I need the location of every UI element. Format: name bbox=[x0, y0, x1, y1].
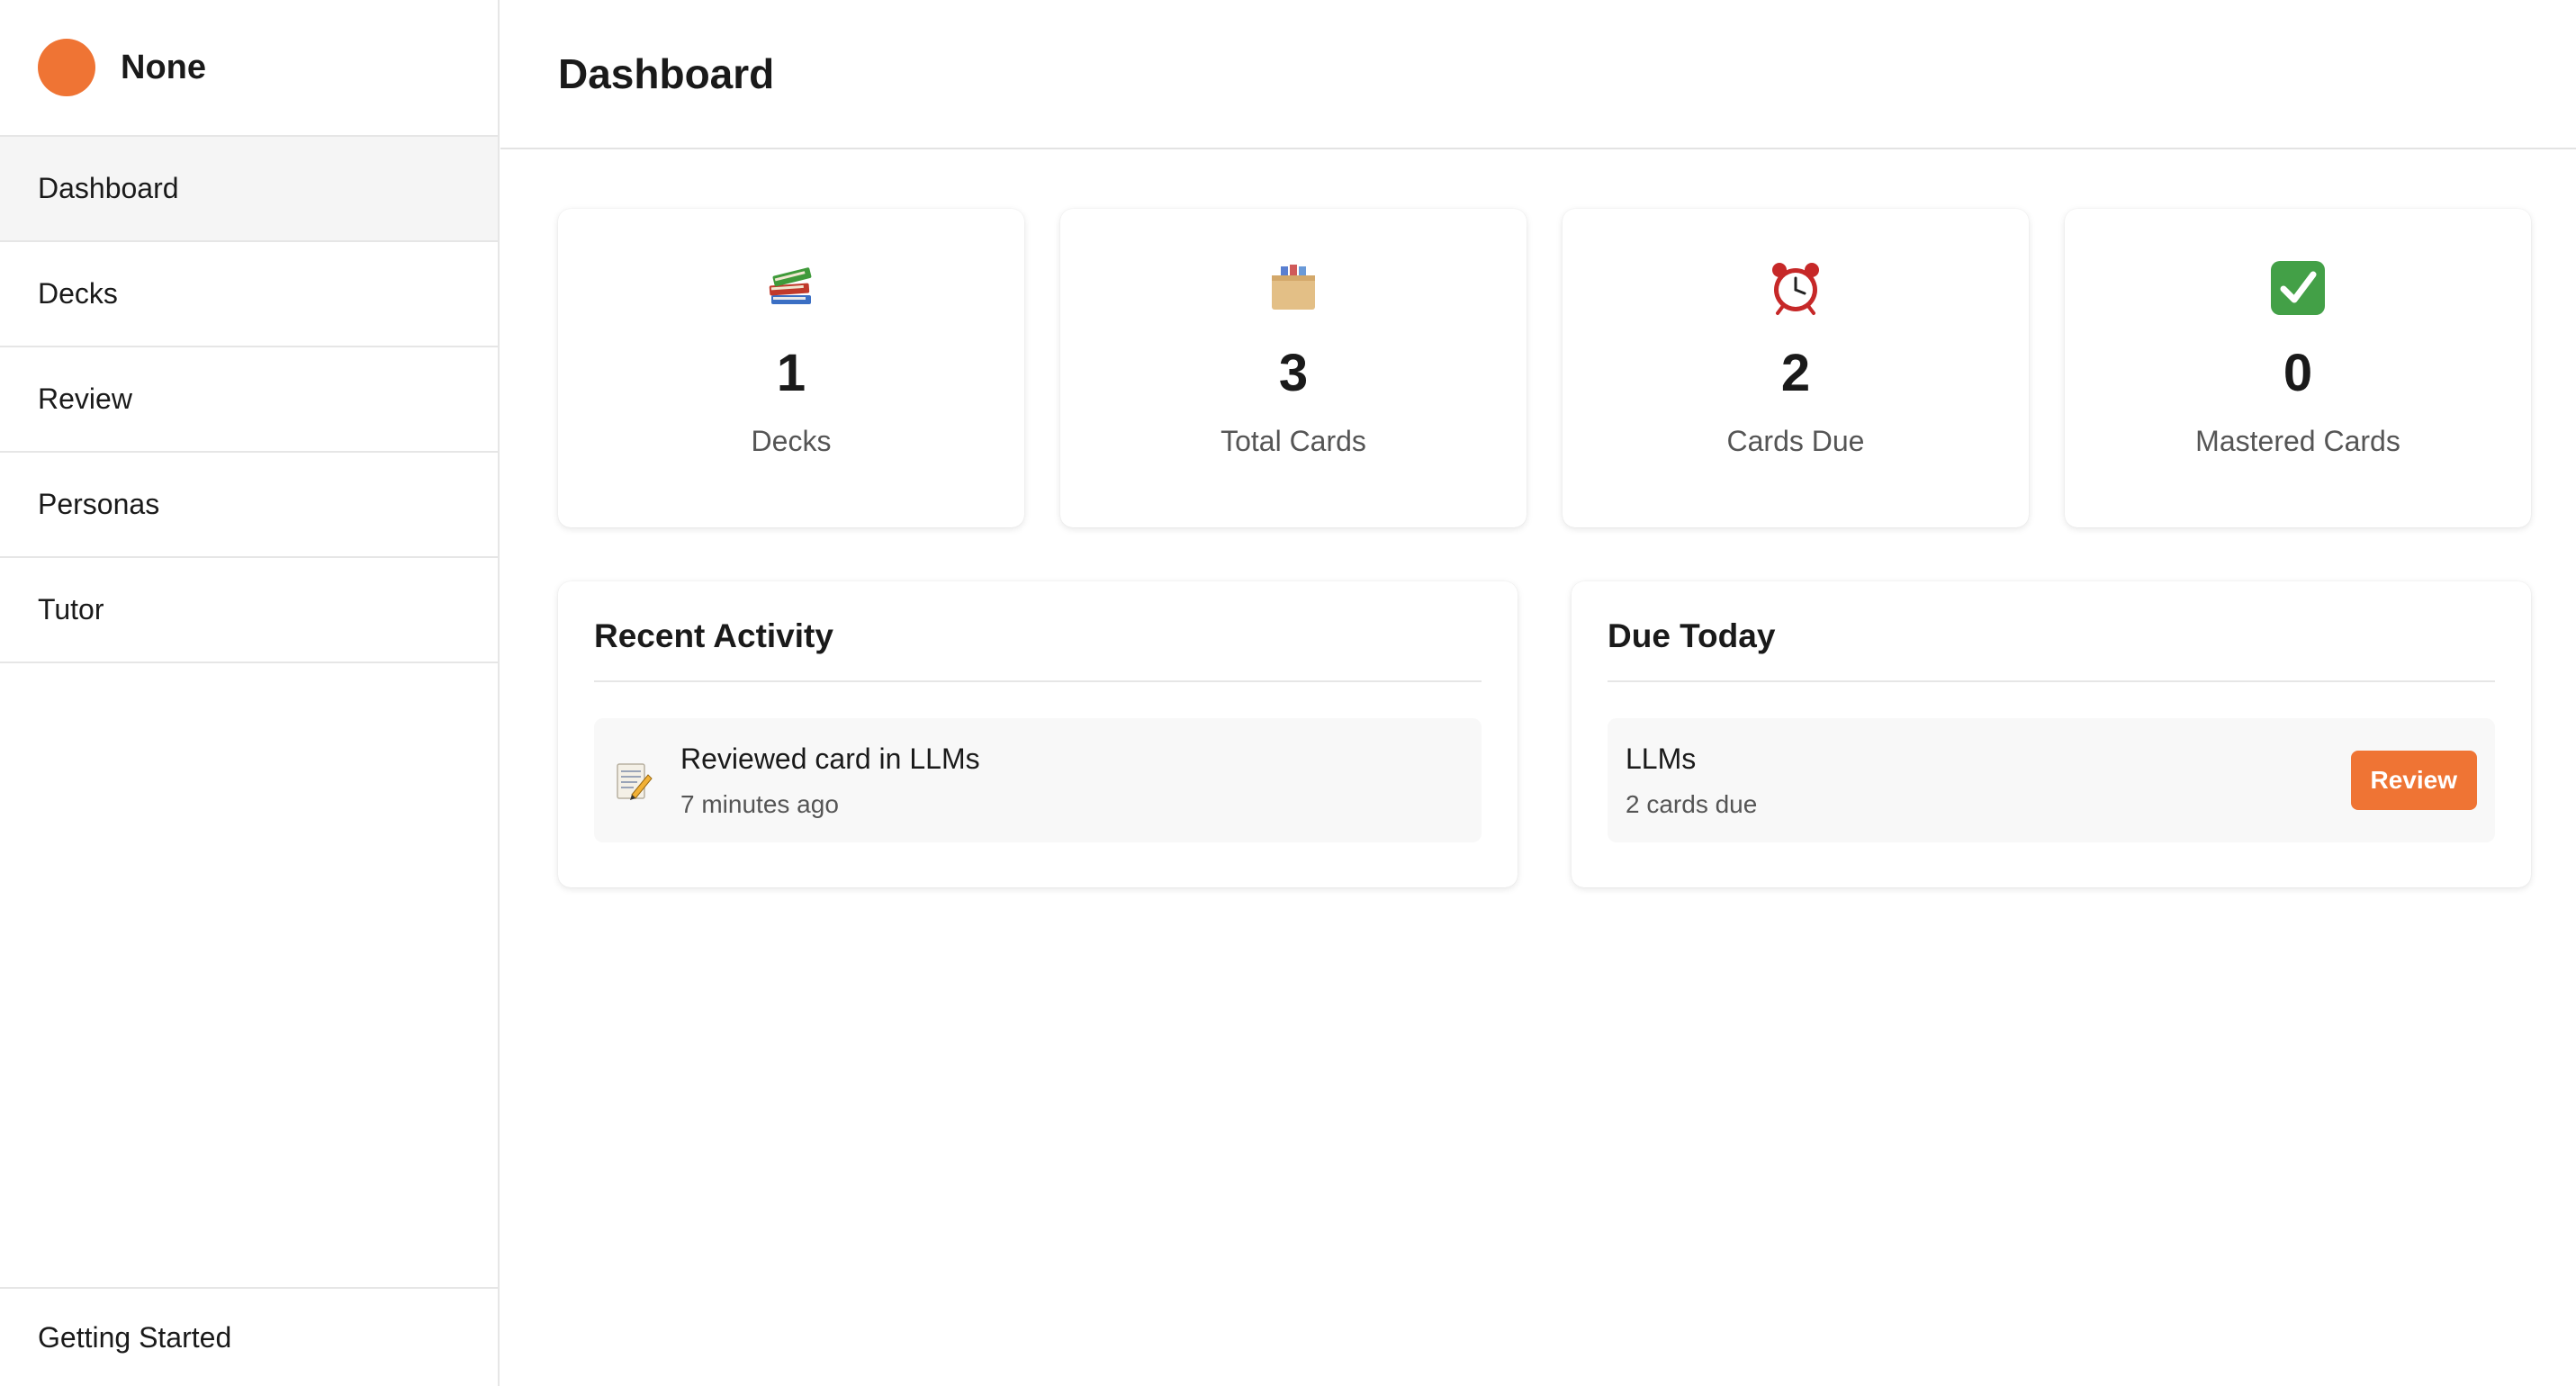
card-file-box-icon bbox=[1272, 265, 1315, 310]
stat-value: 1 bbox=[776, 344, 806, 402]
due-deck-count: 2 cards due bbox=[1626, 789, 1758, 818]
stats-row: 1 Decks 3 Total Cards 2 Cards Due 0 Mast… bbox=[558, 209, 2531, 527]
stat-label: Cards Due bbox=[1726, 425, 1865, 457]
page-title: Dashboard bbox=[558, 50, 775, 97]
panel-title: Recent Activity bbox=[594, 617, 1482, 682]
activity-title: Reviewed card in LLMs bbox=[680, 742, 980, 775]
activity-time: 7 minutes ago bbox=[680, 789, 839, 818]
books-icon bbox=[769, 267, 812, 304]
activity-text: Reviewed card in LLMs 7 minutes ago bbox=[680, 742, 1464, 819]
review-button[interactable]: Review bbox=[2350, 751, 2477, 810]
activity-item: Reviewed card in LLMs 7 minutes ago bbox=[594, 718, 1482, 842]
due-deck-text: LLMs 2 cards due bbox=[1626, 742, 2351, 819]
check-mark-icon bbox=[2271, 261, 2325, 315]
brand: None bbox=[0, 0, 498, 137]
sidebar-item-review[interactable]: Review bbox=[0, 347, 498, 453]
alarm-clock-icon bbox=[1772, 263, 1819, 315]
sidebar-nav: Dashboard Decks Review Personas Tutor bbox=[0, 137, 498, 663]
top-bar: Dashboard bbox=[500, 0, 2576, 149]
main-content: Dashboard 1 Decks 3 Total Cards 2 Cards … bbox=[500, 0, 2576, 1386]
stat-value: 0 bbox=[2283, 344, 2313, 402]
due-deck-item: LLMs 2 cards due Review bbox=[1608, 718, 2495, 842]
sidebar-item-tutor[interactable]: Tutor bbox=[0, 558, 498, 663]
sidebar-item-getting-started[interactable]: Getting Started bbox=[0, 1287, 498, 1386]
sidebar-item-personas[interactable]: Personas bbox=[0, 453, 498, 558]
memo-icon bbox=[617, 763, 653, 800]
due-deck-name: LLMs bbox=[1626, 742, 1697, 775]
panels-row: Recent Activity Reviewed card in LLMs 7 … bbox=[558, 581, 2531, 887]
stat-label: Mastered Cards bbox=[2195, 425, 2400, 457]
brand-logo-dot bbox=[38, 39, 95, 96]
due-today-panel: Due Today LLMs 2 cards due Review bbox=[1572, 581, 2531, 887]
stat-card-decks: 1 Decks bbox=[558, 209, 1024, 527]
stat-label: Total Cards bbox=[1220, 425, 1366, 457]
app-window: None Dashboard Decks Review Personas Tut… bbox=[0, 0, 2576, 1386]
recent-activity-panel: Recent Activity Reviewed card in LLMs 7 … bbox=[558, 581, 1518, 887]
stat-card-total-cards: 3 Total Cards bbox=[1060, 209, 1527, 527]
stat-label: Decks bbox=[751, 425, 832, 457]
stat-value: 2 bbox=[1780, 344, 1811, 402]
stat-card-cards-due: 2 Cards Due bbox=[1563, 209, 2029, 527]
sidebar-item-decks[interactable]: Decks bbox=[0, 242, 498, 347]
stat-value: 3 bbox=[1278, 344, 1309, 402]
stat-card-mastered-cards: 0 Mastered Cards bbox=[2065, 209, 2531, 527]
sidebar: None Dashboard Decks Review Personas Tut… bbox=[0, 0, 500, 1386]
brand-name: None bbox=[121, 48, 206, 86]
sidebar-item-dashboard[interactable]: Dashboard bbox=[0, 137, 498, 242]
panel-title: Due Today bbox=[1608, 617, 2495, 682]
